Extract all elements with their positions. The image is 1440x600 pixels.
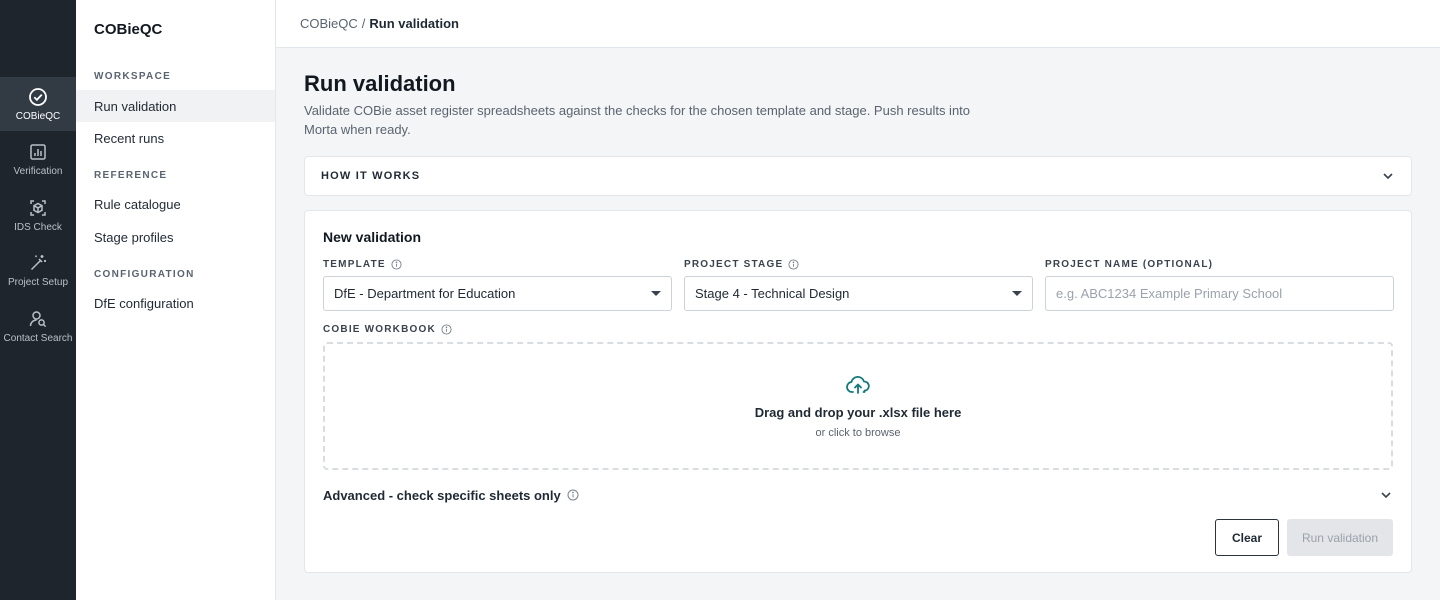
- project-name-input[interactable]: [1045, 276, 1394, 311]
- bar-chart-icon: [30, 143, 46, 160]
- breadcrumb-root[interactable]: COBieQC: [300, 16, 358, 31]
- chevron-down-icon: [1381, 492, 1391, 499]
- rail-item-verification[interactable]: Verification: [0, 132, 76, 186]
- nav-item-rule-catalogue[interactable]: Rule catalogue: [76, 188, 275, 220]
- info-icon[interactable]: [788, 259, 799, 270]
- user-search-icon: [29, 310, 47, 327]
- rail-item-ids-check[interactable]: IDS Check: [0, 188, 76, 242]
- app-rail: COBieQC Verification IDS Check Project S…: [0, 0, 76, 600]
- nav-item-dfe-configuration[interactable]: DfE configuration: [76, 287, 275, 319]
- section-heading-workspace: WORKSPACE: [94, 71, 172, 82]
- rail-item-label: Project Setup: [7, 276, 69, 288]
- section-sidebar: COBieQC WORKSPACE Run validation Recent …: [76, 0, 276, 600]
- check-circle-icon: [29, 87, 47, 106]
- rail-item-label: COBieQC: [15, 110, 61, 122]
- template-label: TEMPLATE: [323, 259, 402, 270]
- rail-item-label: Contact Search: [3, 332, 73, 344]
- advanced-label: Advanced - check specific sheets only: [323, 488, 579, 503]
- info-icon[interactable]: [567, 489, 579, 501]
- page-title: Run validation: [304, 71, 456, 96]
- caret-down-icon: [1012, 291, 1022, 296]
- breadcrumb-current: Run validation: [369, 16, 459, 31]
- info-icon[interactable]: [441, 324, 452, 335]
- advanced-sheets-toggle[interactable]: Advanced - check specific sheets only: [323, 486, 1393, 504]
- run-validation-button[interactable]: Run validation: [1287, 519, 1393, 556]
- cobie-workbook-label: COBIE WORKBOOK: [323, 324, 452, 335]
- template-select-value: DfE - Department for Education: [334, 286, 516, 301]
- magic-wand-icon: [30, 254, 46, 270]
- section-heading-configuration: CONFIGURATION: [94, 269, 195, 280]
- scan-cube-icon: [30, 199, 46, 216]
- clear-button[interactable]: Clear: [1215, 519, 1279, 556]
- page-description: Validate COBie asset register spreadshee…: [304, 103, 971, 137]
- nav-item-run-validation[interactable]: Run validation: [76, 90, 275, 122]
- advanced-label-text: Advanced - check specific sheets only: [323, 487, 561, 503]
- project-name-label: PROJECT NAME (OPTIONAL): [1045, 259, 1213, 270]
- cloud-upload-icon: [846, 375, 870, 394]
- nav-item-recent-runs[interactable]: Recent runs: [76, 122, 275, 154]
- dropzone-browse-text[interactable]: or click to browse: [816, 427, 901, 439]
- new-validation-card: New validation TEMPLATE DfE - Department…: [304, 210, 1412, 573]
- chevron-down-icon: [1383, 173, 1393, 180]
- cobie-workbook-label-text: COBIE WORKBOOK: [323, 324, 436, 335]
- caret-down-icon: [651, 291, 661, 296]
- project-stage-select-value: Stage 4 - Technical Design: [695, 286, 850, 301]
- project-name-label-text: PROJECT NAME (OPTIONAL): [1045, 259, 1214, 270]
- file-dropzone[interactable]: Drag and drop your .xlsx file here or cl…: [323, 342, 1393, 470]
- project-stage-select[interactable]: Stage 4 - Technical Design: [684, 276, 1033, 311]
- app-title: COBieQC: [94, 21, 163, 38]
- rail-item-label: Verification: [13, 165, 63, 177]
- breadcrumb-separator: /: [361, 16, 366, 31]
- how-it-works-label: HOW IT WORKS: [321, 170, 421, 182]
- template-select[interactable]: DfE - Department for Education: [323, 276, 672, 311]
- rail-item-project-setup[interactable]: Project Setup: [0, 243, 76, 297]
- info-icon[interactable]: [391, 259, 402, 270]
- form-title: New validation: [323, 229, 422, 245]
- how-it-works-accordion[interactable]: HOW IT WORKS: [304, 156, 1412, 196]
- template-label-text: TEMPLATE: [323, 259, 386, 270]
- project-stage-label: PROJECT STAGE: [684, 259, 799, 270]
- rail-item-label: IDS Check: [14, 221, 62, 233]
- rail-item-cobieqc[interactable]: COBieQC: [0, 77, 76, 131]
- rail-item-contact-search[interactable]: Contact Search: [0, 299, 76, 353]
- project-stage-label-text: PROJECT STAGE: [684, 259, 784, 270]
- dropzone-primary-text: Drag and drop your .xlsx file here: [754, 405, 962, 420]
- nav-item-stage-profiles[interactable]: Stage profiles: [76, 221, 275, 253]
- breadcrumb: COBieQC / Run validation: [276, 0, 1440, 48]
- section-heading-reference: REFERENCE: [94, 170, 168, 181]
